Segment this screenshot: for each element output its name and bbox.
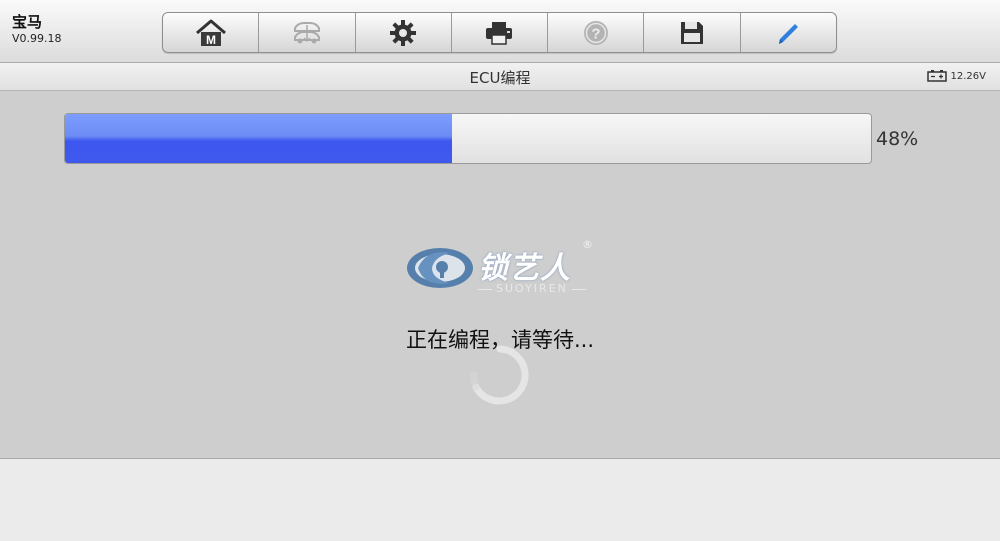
- printer-icon: [486, 21, 513, 45]
- vehicle-swap-icon: [293, 21, 320, 43]
- loading-spinner-icon: [470, 345, 529, 405]
- watermark-logo-icon: [407, 248, 473, 288]
- programming-panel: 48% 锁艺人 ® SUOYIREN 正在编程，请等待...: [0, 91, 1000, 458]
- watermark-registered-mark: ®: [582, 238, 593, 251]
- home-button[interactable]: M: [163, 13, 260, 52]
- battery-voltage: 12.26V: [950, 70, 986, 82]
- top-bar: 宝马 V0.99.18 M ?: [0, 0, 1000, 63]
- battery-icon: [926, 70, 947, 82]
- software-version: V0.99.18: [12, 32, 62, 45]
- vehicle-swap-button[interactable]: [259, 13, 356, 52]
- battery-status: 12.26V: [926, 70, 986, 82]
- svg-text:M: M: [206, 33, 216, 47]
- gear-icon: [390, 19, 417, 46]
- save-icon: [681, 21, 704, 44]
- help-icon: ?: [583, 20, 608, 45]
- progress-bar-fill: [65, 114, 452, 163]
- vehicle-make: 宝马: [12, 13, 43, 31]
- settings-button[interactable]: [356, 13, 452, 52]
- svg-text:?: ?: [591, 25, 600, 42]
- save-button[interactable]: [644, 13, 741, 52]
- home-icon: M: [195, 19, 226, 47]
- main-toolbar: M ?: [162, 12, 837, 53]
- title-bar: ECU编程 12.26V: [0, 63, 1000, 91]
- footer-bar: [0, 458, 1000, 541]
- pencil-icon: [779, 23, 799, 44]
- edit-button[interactable]: [741, 13, 836, 52]
- progress-bar: [64, 113, 872, 164]
- page-title: ECU编程: [469, 69, 531, 87]
- print-button[interactable]: [452, 13, 549, 52]
- vehicle-info: 宝马 V0.99.18: [12, 14, 62, 46]
- watermark-brand: 锁艺人: [478, 251, 571, 286]
- progress-percent: 48%: [876, 128, 919, 150]
- help-button[interactable]: ?: [548, 13, 645, 52]
- watermark-subtitle: SUOYIREN: [474, 282, 590, 295]
